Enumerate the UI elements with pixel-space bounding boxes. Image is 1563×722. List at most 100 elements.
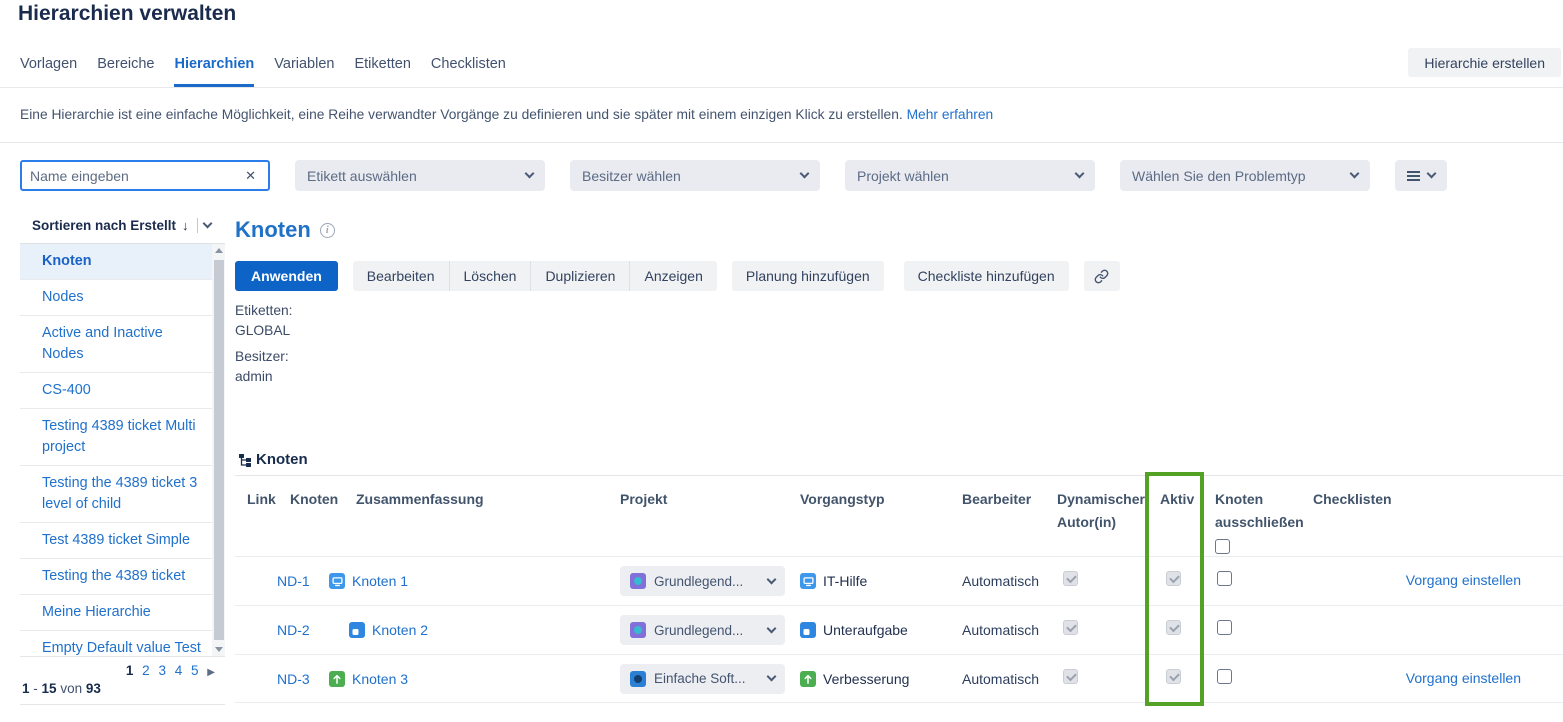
page-5[interactable]: 5 <box>191 663 199 678</box>
issuetype-value: Unteraufgabe <box>823 622 908 638</box>
chevron-down-icon <box>800 169 810 179</box>
sidebar-item-4389-3level[interactable]: Testing the 4389 ticket 3 level of child <box>20 466 212 523</box>
edit-button-group: Bearbeiten Löschen Duplizieren Anzeigen <box>353 261 717 291</box>
create-hierarchy-button[interactable]: Hierarchie erstellen <box>1408 48 1561 77</box>
hierarchy-tree-icon <box>238 453 252 467</box>
clear-x-icon[interactable]: ✕ <box>241 168 260 184</box>
tab-etiketten[interactable]: Etiketten <box>354 56 410 87</box>
issuetype-filter-value: Wählen Sie den Problemtyp <box>1132 168 1306 184</box>
project-avatar-icon <box>630 622 646 638</box>
col-dynamic-author-line2: Autor(in) <box>1057 511 1160 534</box>
project-value: Grundlegend... <box>654 623 760 638</box>
name-filter-input[interactable] <box>30 168 241 184</box>
nodes-table: Knoten Link Knoten Zusammenfassung Proje… <box>235 444 1563 703</box>
chevron-down-icon <box>767 672 777 682</box>
improvement-icon <box>329 671 345 687</box>
dynamic-author-cell <box>1057 620 1160 640</box>
play-arrow-icon[interactable]: ▶ <box>207 667 215 678</box>
tab-bar: Vorlagen Bereiche Hierarchien Variablen … <box>20 56 506 87</box>
edit-button[interactable]: Bearbeiten <box>353 261 449 291</box>
assignee-cell: Automatisch <box>962 573 1057 589</box>
node-key-link[interactable]: ND-1 <box>277 573 329 589</box>
sidebar-item-4389-ticket[interactable]: Testing the 4389 ticket <box>20 559 212 595</box>
sidebar-item-knoten[interactable]: Knoten <box>20 244 212 280</box>
project-select[interactable]: Einfache Soft... <box>620 664 785 694</box>
exclude-checkbox[interactable] <box>1217 620 1232 635</box>
add-checklist-button[interactable]: Checkliste hinzufügen <box>904 261 1069 291</box>
copy-link-button[interactable] <box>1084 261 1120 291</box>
show-button[interactable]: Anzeigen <box>629 261 716 291</box>
issuetype-filter-select[interactable]: Wählen Sie den Problemtyp <box>1120 160 1370 191</box>
sidebar-item-meine-hierarchie[interactable]: Meine Hierarchie <box>20 595 212 631</box>
tab-vorlagen[interactable]: Vorlagen <box>20 56 77 87</box>
tab-variablen[interactable]: Variablen <box>274 56 334 87</box>
chevron-down-icon <box>767 574 777 584</box>
node-summary-cell: Knoten 1 <box>329 573 620 589</box>
checklist-cell: Vorgang einstellen <box>1313 670 1563 688</box>
exclude-all-checkbox[interactable] <box>1215 539 1230 554</box>
set-issue-link[interactable]: Vorgang einstellen <box>1406 572 1521 588</box>
scrollbar-thumb[interactable] <box>214 260 224 640</box>
node-summary-cell: Knoten 2 <box>329 622 620 638</box>
sort-control[interactable]: Sortieren nach Erstellt ↓ <box>20 208 225 244</box>
page-title: Hierarchien verwalten <box>18 2 236 26</box>
node-name-link[interactable]: Knoten 1 <box>352 573 408 589</box>
it-help-icon <box>329 573 345 589</box>
sidebar-item-active-inactive[interactable]: Active and Inactive Nodes <box>20 316 212 373</box>
arrow-down-icon[interactable]: ↓ <box>182 218 189 233</box>
project-filter-select[interactable]: Projekt wählen <box>845 160 1095 191</box>
sidebar-item-nodes[interactable]: Nodes <box>20 280 212 316</box>
add-planning-button[interactable]: Planung hinzufügen <box>732 261 884 291</box>
page-1[interactable]: 1 <box>126 663 134 678</box>
page-4[interactable]: 4 <box>175 663 183 678</box>
range-end: 15 <box>42 681 57 696</box>
project-cell: Grundlegend... <box>620 566 800 596</box>
page-3[interactable]: 3 <box>158 663 166 678</box>
label-filter-select[interactable]: Etikett auswählen <box>295 160 545 191</box>
scroll-down-icon[interactable] <box>215 647 223 652</box>
duplicate-button[interactable]: Duplizieren <box>530 261 629 291</box>
range-sep: - <box>33 681 38 696</box>
subtask-icon <box>800 622 816 638</box>
exclude-checkbox[interactable] <box>1217 571 1232 586</box>
divider <box>197 218 198 233</box>
description-divider <box>0 142 1563 143</box>
sidebar-item-cs400[interactable]: CS-400 <box>20 373 212 409</box>
chevron-down-icon <box>1075 169 1085 179</box>
owner-filter-select[interactable]: Besitzer wählen <box>570 160 820 191</box>
info-icon[interactable]: i <box>320 223 335 238</box>
chevron-down-icon[interactable] <box>202 219 212 229</box>
issuetype-cell: Verbesserung <box>800 671 962 687</box>
sidebar-item-4389-simple[interactable]: Test 4389 ticket Simple <box>20 523 212 559</box>
project-select[interactable]: Grundlegend... <box>620 566 785 596</box>
tab-checklisten[interactable]: Checklisten <box>431 56 506 87</box>
sidebar-scrollbar[interactable] <box>212 244 225 656</box>
sidebar-item-4389-multi[interactable]: Testing 4389 ticket Multi project <box>20 409 212 466</box>
hamburger-icon <box>1407 175 1420 177</box>
tab-hierarchien[interactable]: Hierarchien <box>174 56 254 87</box>
project-avatar-icon <box>630 671 646 687</box>
sidebar-item-empty-default[interactable]: Empty Default value Test <box>20 631 212 656</box>
node-key-link[interactable]: ND-2 <box>277 622 329 638</box>
project-select[interactable]: Grundlegend... <box>620 615 785 645</box>
node-name-link[interactable]: Knoten 2 <box>372 622 428 638</box>
learn-more-link[interactable]: Mehr erfahren <box>907 107 994 122</box>
set-issue-link[interactable]: Vorgang einstellen <box>1406 670 1521 686</box>
exclude-checkbox[interactable] <box>1217 669 1232 684</box>
node-key-link[interactable]: ND-3 <box>277 671 329 687</box>
col-checklists: Checklisten <box>1313 476 1563 561</box>
delete-button[interactable]: Löschen <box>449 261 531 291</box>
project-value: Einfache Soft... <box>654 671 760 686</box>
issuetype-value: Verbesserung <box>823 671 909 687</box>
hierarchy-list: Knoten Nodes Active and Inactive Nodes C… <box>20 244 212 656</box>
scroll-up-icon[interactable] <box>215 248 223 253</box>
tab-bereiche[interactable]: Bereiche <box>97 56 154 87</box>
issuetype-cell: Unteraufgabe <box>800 622 962 638</box>
page-2[interactable]: 2 <box>142 663 150 678</box>
node-name-link[interactable]: Knoten 3 <box>352 671 408 687</box>
hierarchy-sidebar: Sortieren nach Erstellt ↓ Knoten Nodes A… <box>20 208 225 705</box>
apply-button[interactable]: Anwenden <box>235 261 338 291</box>
active-checkbox <box>1166 571 1181 586</box>
view-options-button[interactable] <box>1395 160 1447 191</box>
active-cell <box>1160 571 1215 591</box>
